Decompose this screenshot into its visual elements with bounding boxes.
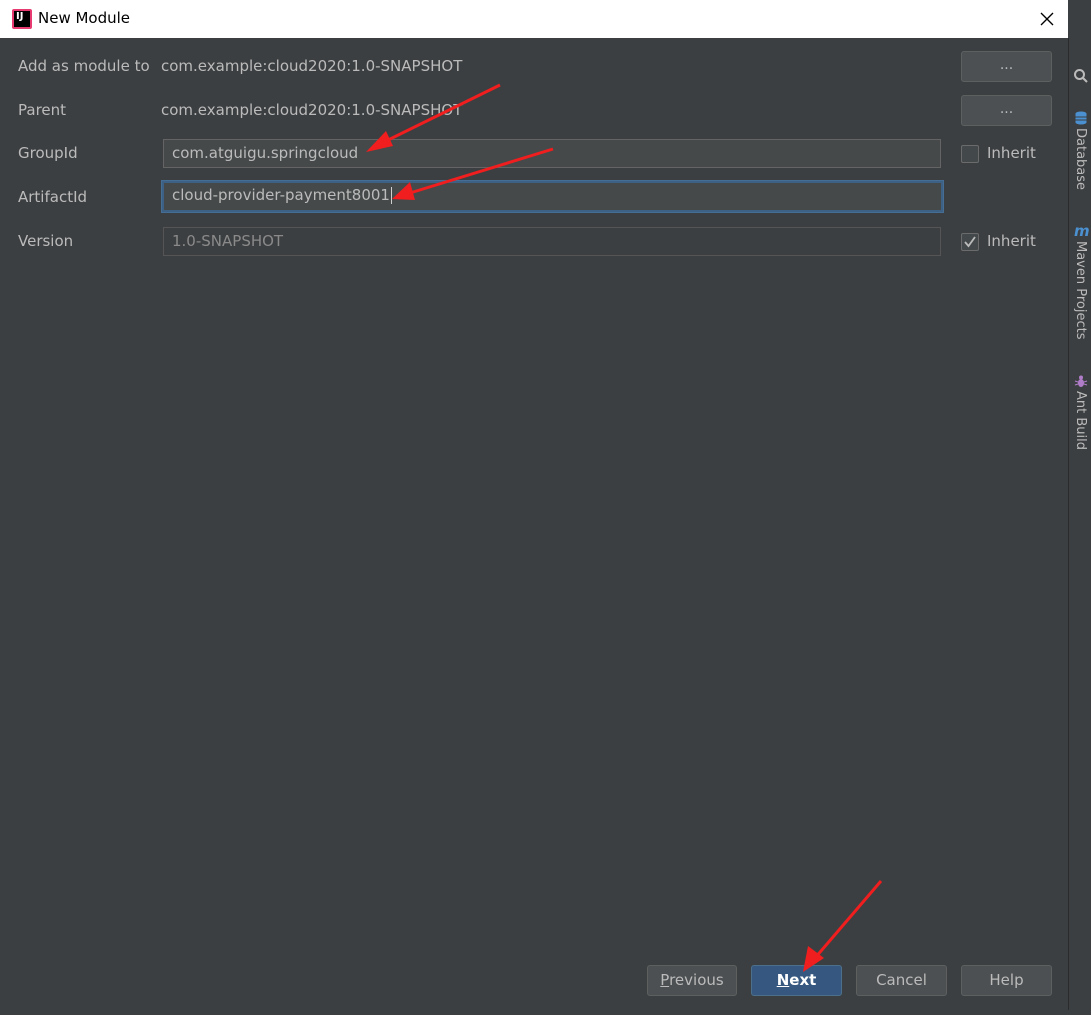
close-icon xyxy=(1040,12,1053,26)
title-bar: IJ New Module xyxy=(0,0,1068,38)
groupid-inherit-checkbox[interactable] xyxy=(961,145,979,163)
text-caret xyxy=(390,187,392,204)
version-input[interactable]: 1.0-SNAPSHOT xyxy=(163,227,941,256)
add-as-module-value: com.example:cloud2020:1.0-SNAPSHOT xyxy=(161,57,463,75)
artifactid-label: ArtifactId xyxy=(18,188,88,206)
version-input-text: 1.0-SNAPSHOT xyxy=(172,232,284,250)
parent-value: com.example:cloud2020:1.0-SNAPSHOT xyxy=(161,101,463,119)
groupid-label: GroupId xyxy=(18,144,78,162)
cancel-button[interactable]: Cancel xyxy=(856,965,947,996)
groupid-inherit-label: Inherit xyxy=(987,144,1036,162)
search-icon xyxy=(1073,69,1088,83)
database-tool[interactable]: Database xyxy=(1069,110,1091,190)
database-tool-label: Database xyxy=(1073,128,1088,191)
parent-browse-button[interactable]: ... xyxy=(961,95,1052,126)
previous-mnemonic: P xyxy=(660,971,670,989)
add-as-module-label: Add as module to xyxy=(18,57,150,75)
version-inherit-checkbox[interactable] xyxy=(961,233,979,251)
search-tool[interactable] xyxy=(1069,68,1091,86)
maven-tool[interactable]: m Maven Projects xyxy=(1069,223,1091,340)
new-module-dialog: IJ New Module Add as module to com.examp… xyxy=(0,0,1068,1010)
close-button[interactable] xyxy=(1025,0,1068,38)
next-mnemonic: N xyxy=(776,971,790,989)
ant-tool-label: Ant Build xyxy=(1073,391,1088,450)
groupid-input[interactable]: com.atguigu.springcloud xyxy=(163,139,941,168)
previous-button[interactable]: Previous xyxy=(647,965,737,996)
svg-text:m: m xyxy=(1074,223,1089,239)
version-inherit-label: Inherit xyxy=(987,232,1036,250)
intellij-app-icon: IJ xyxy=(12,9,32,29)
maven-icon: m xyxy=(1074,223,1089,239)
artifactid-input-text: cloud-provider-payment8001 xyxy=(172,186,390,204)
add-as-module-browse-button[interactable]: ... xyxy=(961,51,1052,82)
version-label: Version xyxy=(18,232,74,250)
maven-tool-label: Maven Projects xyxy=(1073,241,1088,340)
help-button[interactable]: Help xyxy=(961,965,1052,996)
artifactid-input[interactable]: cloud-provider-payment8001 xyxy=(162,181,943,212)
next-label: ext xyxy=(789,971,817,989)
checkmark-icon xyxy=(964,236,976,248)
previous-label: revious xyxy=(669,971,724,989)
next-button[interactable]: Next xyxy=(751,965,842,996)
parent-label: Parent xyxy=(18,101,67,119)
database-icon xyxy=(1075,111,1086,125)
ide-status-strip xyxy=(0,1010,1091,1015)
window-title: New Module xyxy=(38,9,131,27)
ide-tool-strip: Database m Maven Projects Ant Build xyxy=(1068,38,1091,1010)
ant-tool[interactable]: Ant Build xyxy=(1069,373,1091,450)
groupid-input-text: com.atguigu.springcloud xyxy=(172,144,359,162)
ant-icon xyxy=(1074,375,1087,387)
